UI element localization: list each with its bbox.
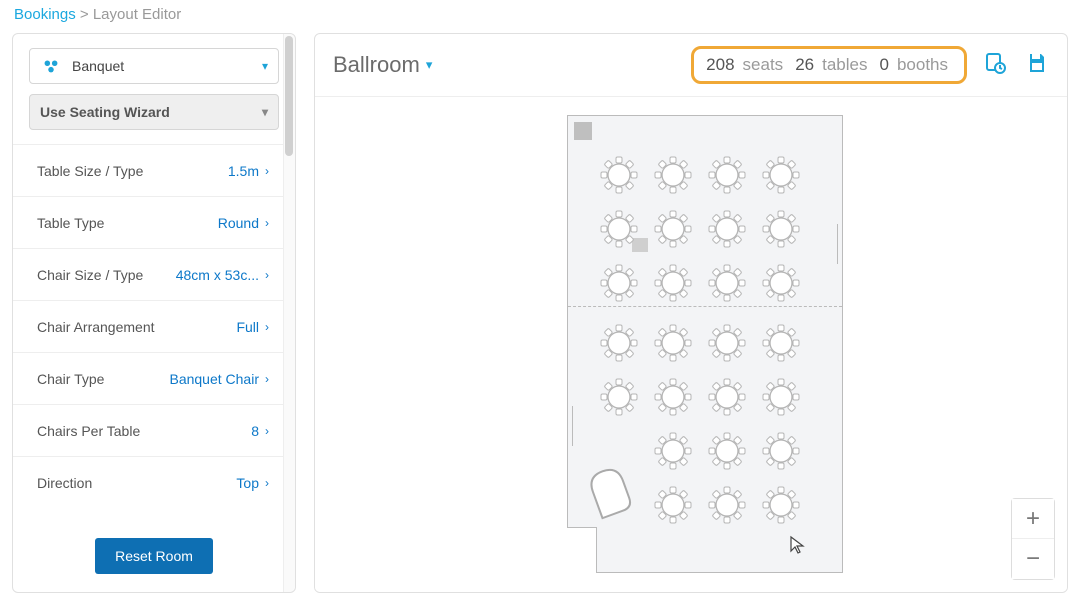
prop-label: Table Type (37, 215, 104, 231)
reset-room-button[interactable]: Reset Room (95, 538, 213, 574)
round-table[interactable] (600, 324, 638, 362)
save-icon[interactable] (1025, 51, 1049, 79)
round-table[interactable] (708, 264, 746, 302)
chevron-right-icon: › (265, 372, 269, 386)
round-table[interactable] (708, 432, 746, 470)
table-count: 26 (795, 55, 814, 75)
prop-row[interactable]: Table Size / Type 1.5m › (13, 144, 295, 196)
chevron-right-icon: › (265, 216, 269, 230)
seat-label: seats (743, 55, 784, 75)
round-table[interactable] (762, 486, 800, 524)
canvas-card: Ballroom ▾ 208 seats 26 tables 0 booths (314, 33, 1068, 593)
booth-count: 0 (879, 55, 888, 75)
prop-label: Chairs Per Table (37, 423, 140, 439)
zoom-out-button[interactable]: − (1012, 539, 1054, 579)
room-outline (567, 115, 843, 573)
seat-count: 208 (706, 55, 734, 75)
chevron-right-icon: › (265, 476, 269, 490)
breadcrumb-sep: > (80, 6, 93, 23)
room-select[interactable]: Ballroom ▾ (333, 52, 432, 78)
round-table[interactable] (654, 264, 692, 302)
round-table[interactable] (708, 486, 746, 524)
room-title: Ballroom (333, 52, 420, 78)
breadcrumb-root-link[interactable]: Bookings (14, 6, 76, 23)
prop-value: Banquet Chair (169, 371, 259, 387)
chevron-down-icon: ▾ (426, 57, 433, 73)
round-table[interactable] (600, 156, 638, 194)
prop-row[interactable]: Chair Arrangement Full › (13, 300, 295, 352)
chevron-right-icon: › (265, 268, 269, 282)
round-table[interactable] (654, 156, 692, 194)
prop-label: Table Size / Type (37, 163, 143, 179)
round-table[interactable] (762, 210, 800, 248)
settings-sidebar: Banquet ▾ Use Seating Wizard ▾ Table Siz… (12, 33, 296, 593)
round-table[interactable] (654, 432, 692, 470)
round-table[interactable] (654, 324, 692, 362)
sidebar-scroll-thumb[interactable] (285, 36, 293, 156)
prop-value: Full (236, 319, 259, 335)
property-list: Table Size / Type1.5m›Table TypeRound›Ch… (13, 144, 295, 524)
round-table[interactable] (708, 156, 746, 194)
chevron-down-icon: ▾ (262, 59, 268, 73)
seating-wizard-select[interactable]: Use Seating Wizard ▾ (29, 94, 279, 130)
round-table[interactable] (762, 156, 800, 194)
seating-wizard-label: Use Seating Wizard (40, 104, 170, 120)
prop-row[interactable]: Table Type Round › (13, 196, 295, 248)
prop-row[interactable]: Chair Type Banquet Chair › (13, 352, 295, 404)
round-table[interactable] (600, 378, 638, 416)
canvas-header: Ballroom ▾ 208 seats 26 tables 0 booths (315, 34, 1067, 97)
layout-style-label: Banquet (72, 58, 124, 74)
zoom-controls: + − (1011, 498, 1055, 580)
breadcrumb-current: Layout Editor (93, 6, 181, 23)
chevron-right-icon: › (265, 164, 269, 178)
chevron-right-icon: › (265, 320, 269, 334)
prop-value: Round (218, 215, 259, 231)
prop-value: Top (236, 475, 259, 491)
round-table[interactable] (600, 264, 638, 302)
chevron-right-icon: › (265, 424, 269, 438)
prop-value: 1.5m (228, 163, 259, 179)
round-table[interactable] (762, 378, 800, 416)
chevron-down-icon: ▾ (262, 105, 268, 119)
round-table[interactable] (654, 210, 692, 248)
prop-label: Chair Arrangement (37, 319, 155, 335)
round-table[interactable] (708, 324, 746, 362)
tables-layer (568, 116, 842, 572)
prop-label: Chair Size / Type (37, 267, 143, 283)
stats-highlight: 208 seats 26 tables 0 booths (691, 46, 967, 84)
prop-label: Direction (37, 475, 92, 491)
sidebar-scrollbar[interactable] (283, 34, 295, 592)
prop-row[interactable]: Chairs Per Table 8 › (13, 404, 295, 456)
prop-label: Chair Type (37, 371, 104, 387)
layout-style-select[interactable]: Banquet ▾ (29, 48, 279, 84)
history-icon[interactable] (983, 51, 1007, 79)
round-table[interactable] (708, 210, 746, 248)
booth-label: booths (897, 55, 948, 75)
table-label: tables (822, 55, 867, 75)
round-table[interactable] (762, 432, 800, 470)
round-table[interactable] (654, 486, 692, 524)
round-table[interactable] (600, 210, 638, 248)
prop-row[interactable]: Direction Top › (13, 456, 295, 508)
prop-row[interactable]: Chair Size / Type 48cm x 53c... › (13, 248, 295, 300)
banquet-icon (40, 55, 62, 77)
breadcrumb: Bookings > Layout Editor (0, 0, 1080, 33)
canvas-body[interactable]: + − (315, 97, 1067, 592)
round-table[interactable] (708, 378, 746, 416)
prop-value: 8 (251, 423, 259, 439)
round-table[interactable] (762, 324, 800, 362)
prop-value: 48cm x 53c... (176, 267, 259, 283)
zoom-in-button[interactable]: + (1012, 499, 1054, 539)
round-table[interactable] (762, 264, 800, 302)
round-table[interactable] (654, 378, 692, 416)
